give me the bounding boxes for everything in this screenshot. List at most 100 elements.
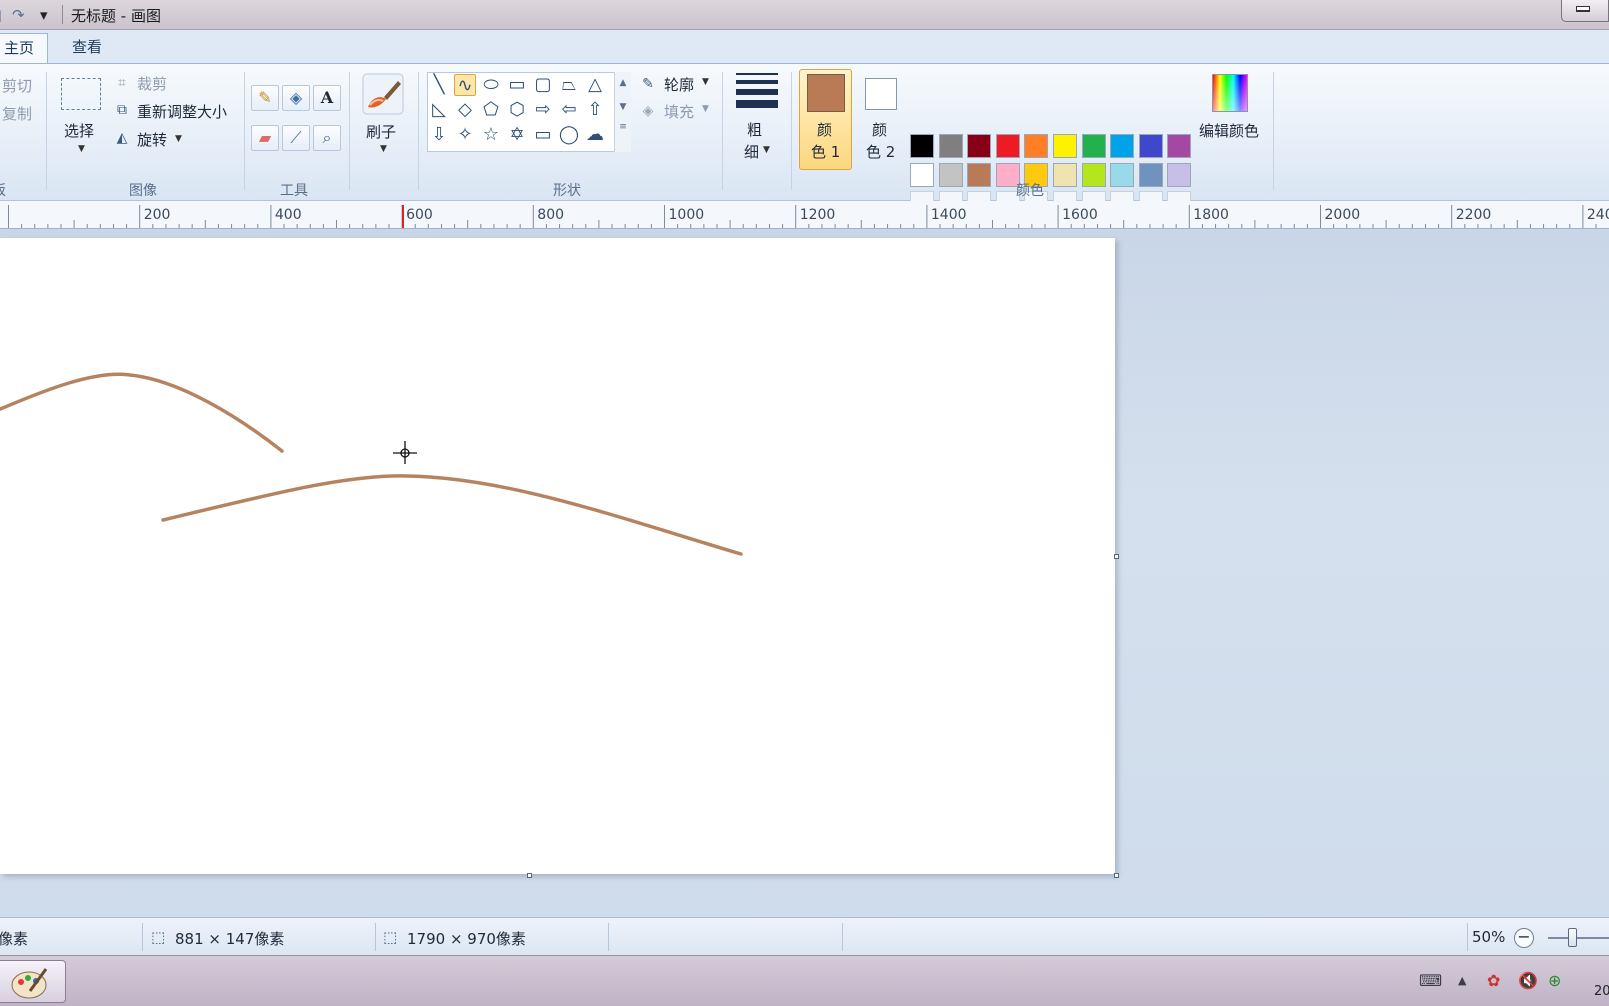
palette-swatch[interactable] bbox=[967, 162, 992, 187]
eraser-tool[interactable]: ▰ bbox=[251, 125, 279, 151]
palette-swatch[interactable] bbox=[938, 162, 963, 187]
palette-swatch[interactable] bbox=[1110, 162, 1135, 187]
crop-button[interactable]: 裁剪 bbox=[137, 73, 167, 94]
palette-swatch[interactable] bbox=[938, 134, 963, 158]
status-separator bbox=[608, 923, 609, 951]
work-area[interactable] bbox=[0, 229, 1609, 917]
palette-swatch[interactable] bbox=[910, 134, 934, 158]
scroll-down-icon[interactable]: ▼ bbox=[615, 102, 631, 112]
fill-button[interactable]: 填充 bbox=[664, 101, 694, 122]
gallery-expand-icon[interactable]: ≡ bbox=[615, 122, 631, 132]
shapes-scrollbar[interactable]: ▲ ▼ ≡ bbox=[614, 72, 631, 152]
rotate-button[interactable]: 旋转 bbox=[137, 129, 167, 150]
oval-callout-shape-icon[interactable]: ◯ bbox=[558, 124, 580, 146]
oval-shape-icon[interactable]: ⬭ bbox=[480, 74, 502, 96]
cloud-callout-shape-icon[interactable]: ☁ bbox=[584, 124, 606, 146]
magnifier-tool[interactable]: ⌕ bbox=[313, 125, 341, 151]
resize-button[interactable]: 重新调整大小 bbox=[137, 101, 227, 122]
show-hidden-icons-icon[interactable]: ▲ bbox=[1458, 972, 1466, 990]
volume-muted-icon[interactable]: 🔇 bbox=[1518, 972, 1538, 990]
size-icon[interactable] bbox=[736, 73, 778, 113]
cut-button[interactable]: 剪切 bbox=[2, 75, 32, 96]
keyboard-icon[interactable]: ⌨ bbox=[1419, 972, 1442, 990]
palette-swatch[interactable] bbox=[1053, 162, 1077, 187]
color2-label-line1[interactable]: 颜 bbox=[872, 119, 887, 140]
palette-swatch[interactable] bbox=[995, 134, 1020, 158]
palette-swatch[interactable] bbox=[1110, 134, 1135, 158]
rectangle-shape-icon[interactable]: ▭ bbox=[506, 74, 528, 96]
color1-label-line1: 颜 bbox=[817, 121, 833, 139]
brushes-dropdown-icon[interactable]: ▼ bbox=[380, 144, 387, 154]
color2-label-line2[interactable]: 色 2 bbox=[866, 141, 895, 162]
resize-handle-bottom[interactable] bbox=[527, 873, 532, 878]
tab-home[interactable]: 主页 bbox=[0, 33, 48, 63]
select-dropdown-icon[interactable]: ▼ bbox=[78, 144, 85, 154]
taskbar-paint-button[interactable] bbox=[0, 960, 66, 1003]
palette-swatch[interactable] bbox=[1024, 134, 1049, 158]
diamond-shape-icon[interactable]: ◇ bbox=[454, 99, 476, 121]
edit-colors-icon[interactable] bbox=[1212, 74, 1248, 112]
outline-dropdown-icon[interactable]: ▼ bbox=[702, 77, 709, 87]
curve-shape-icon[interactable]: ∿ bbox=[454, 74, 476, 96]
drawn-curve-1 bbox=[0, 372, 284, 453]
color2-swatch[interactable] bbox=[865, 78, 897, 110]
palette-swatch[interactable] bbox=[1081, 134, 1106, 158]
five-point-star-shape-icon[interactable]: ☆ bbox=[480, 124, 502, 146]
quick-access-dropdown-icon[interactable]: ▾ bbox=[40, 6, 48, 24]
select-button[interactable]: 选择 bbox=[64, 120, 94, 141]
resize-handle-corner[interactable] bbox=[1114, 873, 1119, 878]
zoom-out-button[interactable]: − bbox=[1514, 928, 1534, 948]
triangle-shape-icon[interactable]: △ bbox=[584, 74, 606, 96]
edit-colors-button[interactable]: 编辑颜色 bbox=[1199, 120, 1259, 141]
scroll-up-icon[interactable]: ▲ bbox=[615, 78, 631, 88]
zoom-slider-thumb[interactable] bbox=[1568, 928, 1577, 947]
rounded-rectangle-shape-icon[interactable]: ▢ bbox=[532, 74, 554, 96]
left-arrow-shape-icon[interactable]: ⇦ bbox=[558, 99, 580, 121]
network-icon[interactable]: ⊕ bbox=[1548, 972, 1561, 990]
rounded-callout-shape-icon[interactable]: ▭ bbox=[532, 124, 554, 146]
color-picker-tool[interactable]: ⟋ bbox=[282, 125, 310, 151]
rotate-dropdown-icon[interactable]: ▼ bbox=[175, 134, 182, 144]
polygon-shape-icon[interactable]: ⏢ bbox=[558, 74, 580, 96]
six-point-star-shape-icon[interactable]: ✡ bbox=[506, 124, 528, 146]
palette-swatch[interactable] bbox=[1081, 162, 1106, 187]
palette-swatch[interactable] bbox=[1167, 162, 1192, 187]
pencil-tool[interactable]: ✎ bbox=[251, 85, 279, 111]
up-arrow-shape-icon[interactable]: ⇧ bbox=[584, 99, 606, 121]
tray-app-icon[interactable]: ✿ bbox=[1487, 972, 1500, 990]
outline-button[interactable]: 轮廓 bbox=[664, 74, 694, 95]
hexagon-shape-icon[interactable]: ⬡ bbox=[506, 99, 528, 121]
ruler-label: 2400 bbox=[1586, 207, 1609, 223]
palette-swatch[interactable] bbox=[1138, 162, 1163, 187]
palette-swatch[interactable] bbox=[967, 134, 992, 158]
fill-tool[interactable]: ◈ bbox=[282, 85, 310, 111]
four-point-star-shape-icon[interactable]: ✧ bbox=[454, 124, 476, 146]
text-tool[interactable]: A bbox=[313, 85, 341, 111]
size-dropdown-icon[interactable]: ▼ bbox=[763, 145, 770, 155]
palette-swatch[interactable] bbox=[1053, 134, 1077, 158]
tab-view[interactable]: 查看 bbox=[60, 33, 114, 63]
palette-swatch[interactable] bbox=[1167, 134, 1192, 158]
palette-swatch[interactable] bbox=[1138, 134, 1163, 158]
drawing-canvas[interactable] bbox=[0, 238, 1115, 874]
pentagon-shape-icon[interactable]: ⬠ bbox=[480, 99, 502, 121]
brush-icon[interactable] bbox=[362, 73, 404, 115]
down-arrow-shape-icon[interactable]: ⇩ bbox=[428, 124, 450, 146]
resize-handle-right[interactable] bbox=[1114, 554, 1119, 559]
save-icon[interactable]: ◖ bbox=[0, 6, 2, 24]
select-icon[interactable] bbox=[61, 78, 101, 110]
fill-dropdown-icon[interactable]: ▼ bbox=[702, 104, 709, 114]
right-triangle-shape-icon[interactable]: ◺ bbox=[428, 99, 450, 121]
restore-window-button[interactable] bbox=[1561, 0, 1609, 22]
size-label-line2[interactable]: 细 bbox=[744, 141, 759, 162]
zoom-slider-track[interactable] bbox=[1548, 937, 1609, 939]
redo-icon[interactable]: ↷ bbox=[12, 6, 25, 24]
palette-swatch[interactable] bbox=[910, 162, 934, 187]
taskbar: ⌨ ▲ ✿ 🔇 ⊕ 20 bbox=[0, 955, 1609, 1006]
copy-button[interactable]: 复制 bbox=[2, 103, 32, 124]
line-shape-icon[interactable]: ╲ bbox=[428, 74, 450, 96]
ruler-label: 1000 bbox=[668, 207, 705, 223]
size-label-line1[interactable]: 粗 bbox=[747, 119, 762, 140]
brushes-button[interactable]: 刷子 bbox=[366, 121, 396, 142]
right-arrow-shape-icon[interactable]: ⇨ bbox=[532, 99, 554, 121]
